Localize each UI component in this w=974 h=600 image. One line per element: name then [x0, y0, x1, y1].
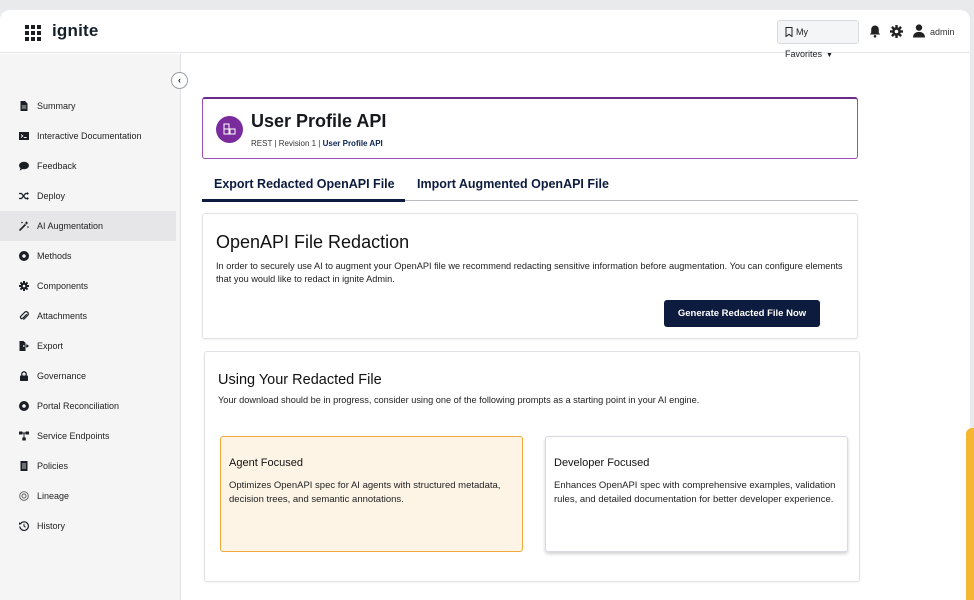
magic-wand-icon	[19, 221, 29, 231]
card-title: Developer Focused	[554, 457, 650, 469]
user-icon[interactable]	[913, 24, 925, 38]
sidebar-item-label: AI Augmentation	[37, 221, 104, 231]
sidebar-item-label: Export	[37, 341, 64, 351]
sidebar-item-label: Service Endpoints	[37, 431, 110, 441]
using-subtitle: Your download should be in progress, con…	[218, 395, 700, 405]
sidebar-item-label: Lineage	[37, 491, 70, 501]
terminal-icon	[19, 132, 29, 140]
sidebar-item-label: Interactive Documentation	[37, 131, 142, 141]
paperclip-icon	[19, 311, 29, 320]
file-icon	[20, 101, 28, 111]
app-window: ignite My Favorites ▼ admin Summary Inter…	[0, 10, 970, 600]
document-icon	[20, 461, 28, 471]
history-icon	[19, 521, 29, 531]
sidebar-item-label: Summary	[37, 101, 76, 111]
app-grid-icon[interactable]	[25, 25, 41, 41]
sidebar-item-label: History	[37, 521, 66, 531]
sidebar-item-policies[interactable]: Policies	[0, 451, 176, 481]
lineage-icon	[19, 491, 29, 501]
my-favorites-button[interactable]: My Favorites ▼	[777, 20, 859, 59]
sidebar-item-export[interactable]: Export	[0, 331, 176, 361]
sidebar-item-summary[interactable]: Summary	[0, 91, 176, 121]
bookmark-icon	[785, 27, 793, 38]
export-icon	[19, 341, 29, 351]
using-title: Using Your Redacted File	[218, 372, 382, 388]
sidebar-item-label: Methods	[37, 251, 72, 261]
user-name[interactable]: admin	[930, 27, 955, 37]
tab-export-redacted[interactable]: Export Redacted OpenAPI File	[214, 177, 395, 191]
sidebar-item-label: Policies	[37, 461, 69, 471]
api-avatar	[216, 116, 243, 143]
agent-focused-card[interactable]: Agent Focused Optimizes OpenAPI spec for…	[220, 436, 523, 552]
circle-dot-icon	[19, 401, 29, 411]
sidebar-item-label: Deploy	[37, 191, 66, 201]
active-tab-indicator	[202, 199, 405, 202]
sidebar-item-service-endpoints[interactable]: Service Endpoints	[0, 421, 176, 451]
sidebar-item-lineage[interactable]: Lineage	[0, 481, 176, 511]
circle-dot-icon	[19, 251, 29, 261]
sidebar-item-methods[interactable]: Methods	[0, 241, 176, 271]
caret-down-icon: ▼	[826, 52, 833, 59]
lock-icon	[20, 371, 28, 381]
tab-bar: Export Redacted OpenAPI File Import Augm…	[202, 175, 858, 202]
using-redacted-file-panel: Using Your Redacted File Your download s…	[204, 351, 860, 582]
redaction-description: In order to securely use AI to augment y…	[216, 261, 843, 284]
developer-focused-card[interactable]: Developer Focused Enhances OpenAPI spec …	[545, 436, 848, 552]
sidebar-item-label: Portal Reconciliation	[37, 401, 120, 411]
api-blocks-icon	[223, 123, 236, 135]
gear-icon[interactable]	[890, 25, 903, 38]
page-title: User Profile API	[251, 111, 387, 131]
api-header-card: User Profile API REST | Revision 1 | Use…	[202, 97, 858, 159]
generate-redacted-file-button[interactable]: Generate Redacted File Now	[664, 300, 820, 327]
api-meta-name: User Profile API	[322, 139, 383, 148]
sidebar-item-label: Attachments	[37, 311, 88, 321]
api-meta-prefix: REST | Revision 1 |	[251, 139, 323, 148]
network-icon	[19, 431, 29, 441]
sidebar-item-attachments[interactable]: Attachments	[0, 301, 176, 331]
top-bar: ignite My Favorites ▼ admin	[0, 10, 970, 59]
chevron-left-icon: ‹	[178, 75, 181, 85]
redaction-title: OpenAPI File Redaction	[216, 232, 410, 252]
bell-icon[interactable]	[869, 25, 881, 38]
comment-icon	[19, 161, 29, 171]
sidebar-item-components[interactable]: Components	[0, 271, 176, 301]
sidebar-item-history[interactable]: History	[0, 511, 176, 541]
cog-icon	[19, 281, 29, 291]
card-description: Enhances OpenAPI spec with comprehensive…	[554, 480, 836, 505]
sidebar-item-label: Components	[37, 281, 89, 291]
tab-import-augmented[interactable]: Import Augmented OpenAPI File	[417, 177, 609, 191]
sidebar: Summary Interactive Documentation Feedba…	[0, 54, 181, 600]
brand-logo[interactable]: ignite	[52, 21, 99, 41]
shuffle-icon	[19, 192, 29, 200]
sidebar-item-ai-augmentation[interactable]: AI Augmentation	[0, 211, 176, 241]
sidebar-item-interactive-documentation[interactable]: Interactive Documentation	[0, 121, 176, 151]
redaction-panel: OpenAPI File Redaction In order to secur…	[202, 213, 858, 339]
sidebar-item-label: Governance	[37, 371, 87, 381]
sidebar-item-feedback[interactable]: Feedback	[0, 151, 176, 181]
card-title: Agent Focused	[229, 457, 303, 469]
sidebar-item-governance[interactable]: Governance	[0, 361, 176, 391]
sidebar-item-portal-reconciliation[interactable]: Portal Reconciliation	[0, 391, 176, 421]
sidebar-item-label: Feedback	[37, 161, 77, 171]
card-description: Optimizes OpenAPI spec for AI agents wit…	[229, 480, 501, 505]
background-accent-shape	[966, 428, 974, 600]
sidebar-item-deploy[interactable]: Deploy	[0, 181, 176, 211]
api-meta: REST | Revision 1 | User Profile API	[251, 139, 383, 148]
sidebar-collapse-button[interactable]: ‹	[171, 72, 188, 89]
